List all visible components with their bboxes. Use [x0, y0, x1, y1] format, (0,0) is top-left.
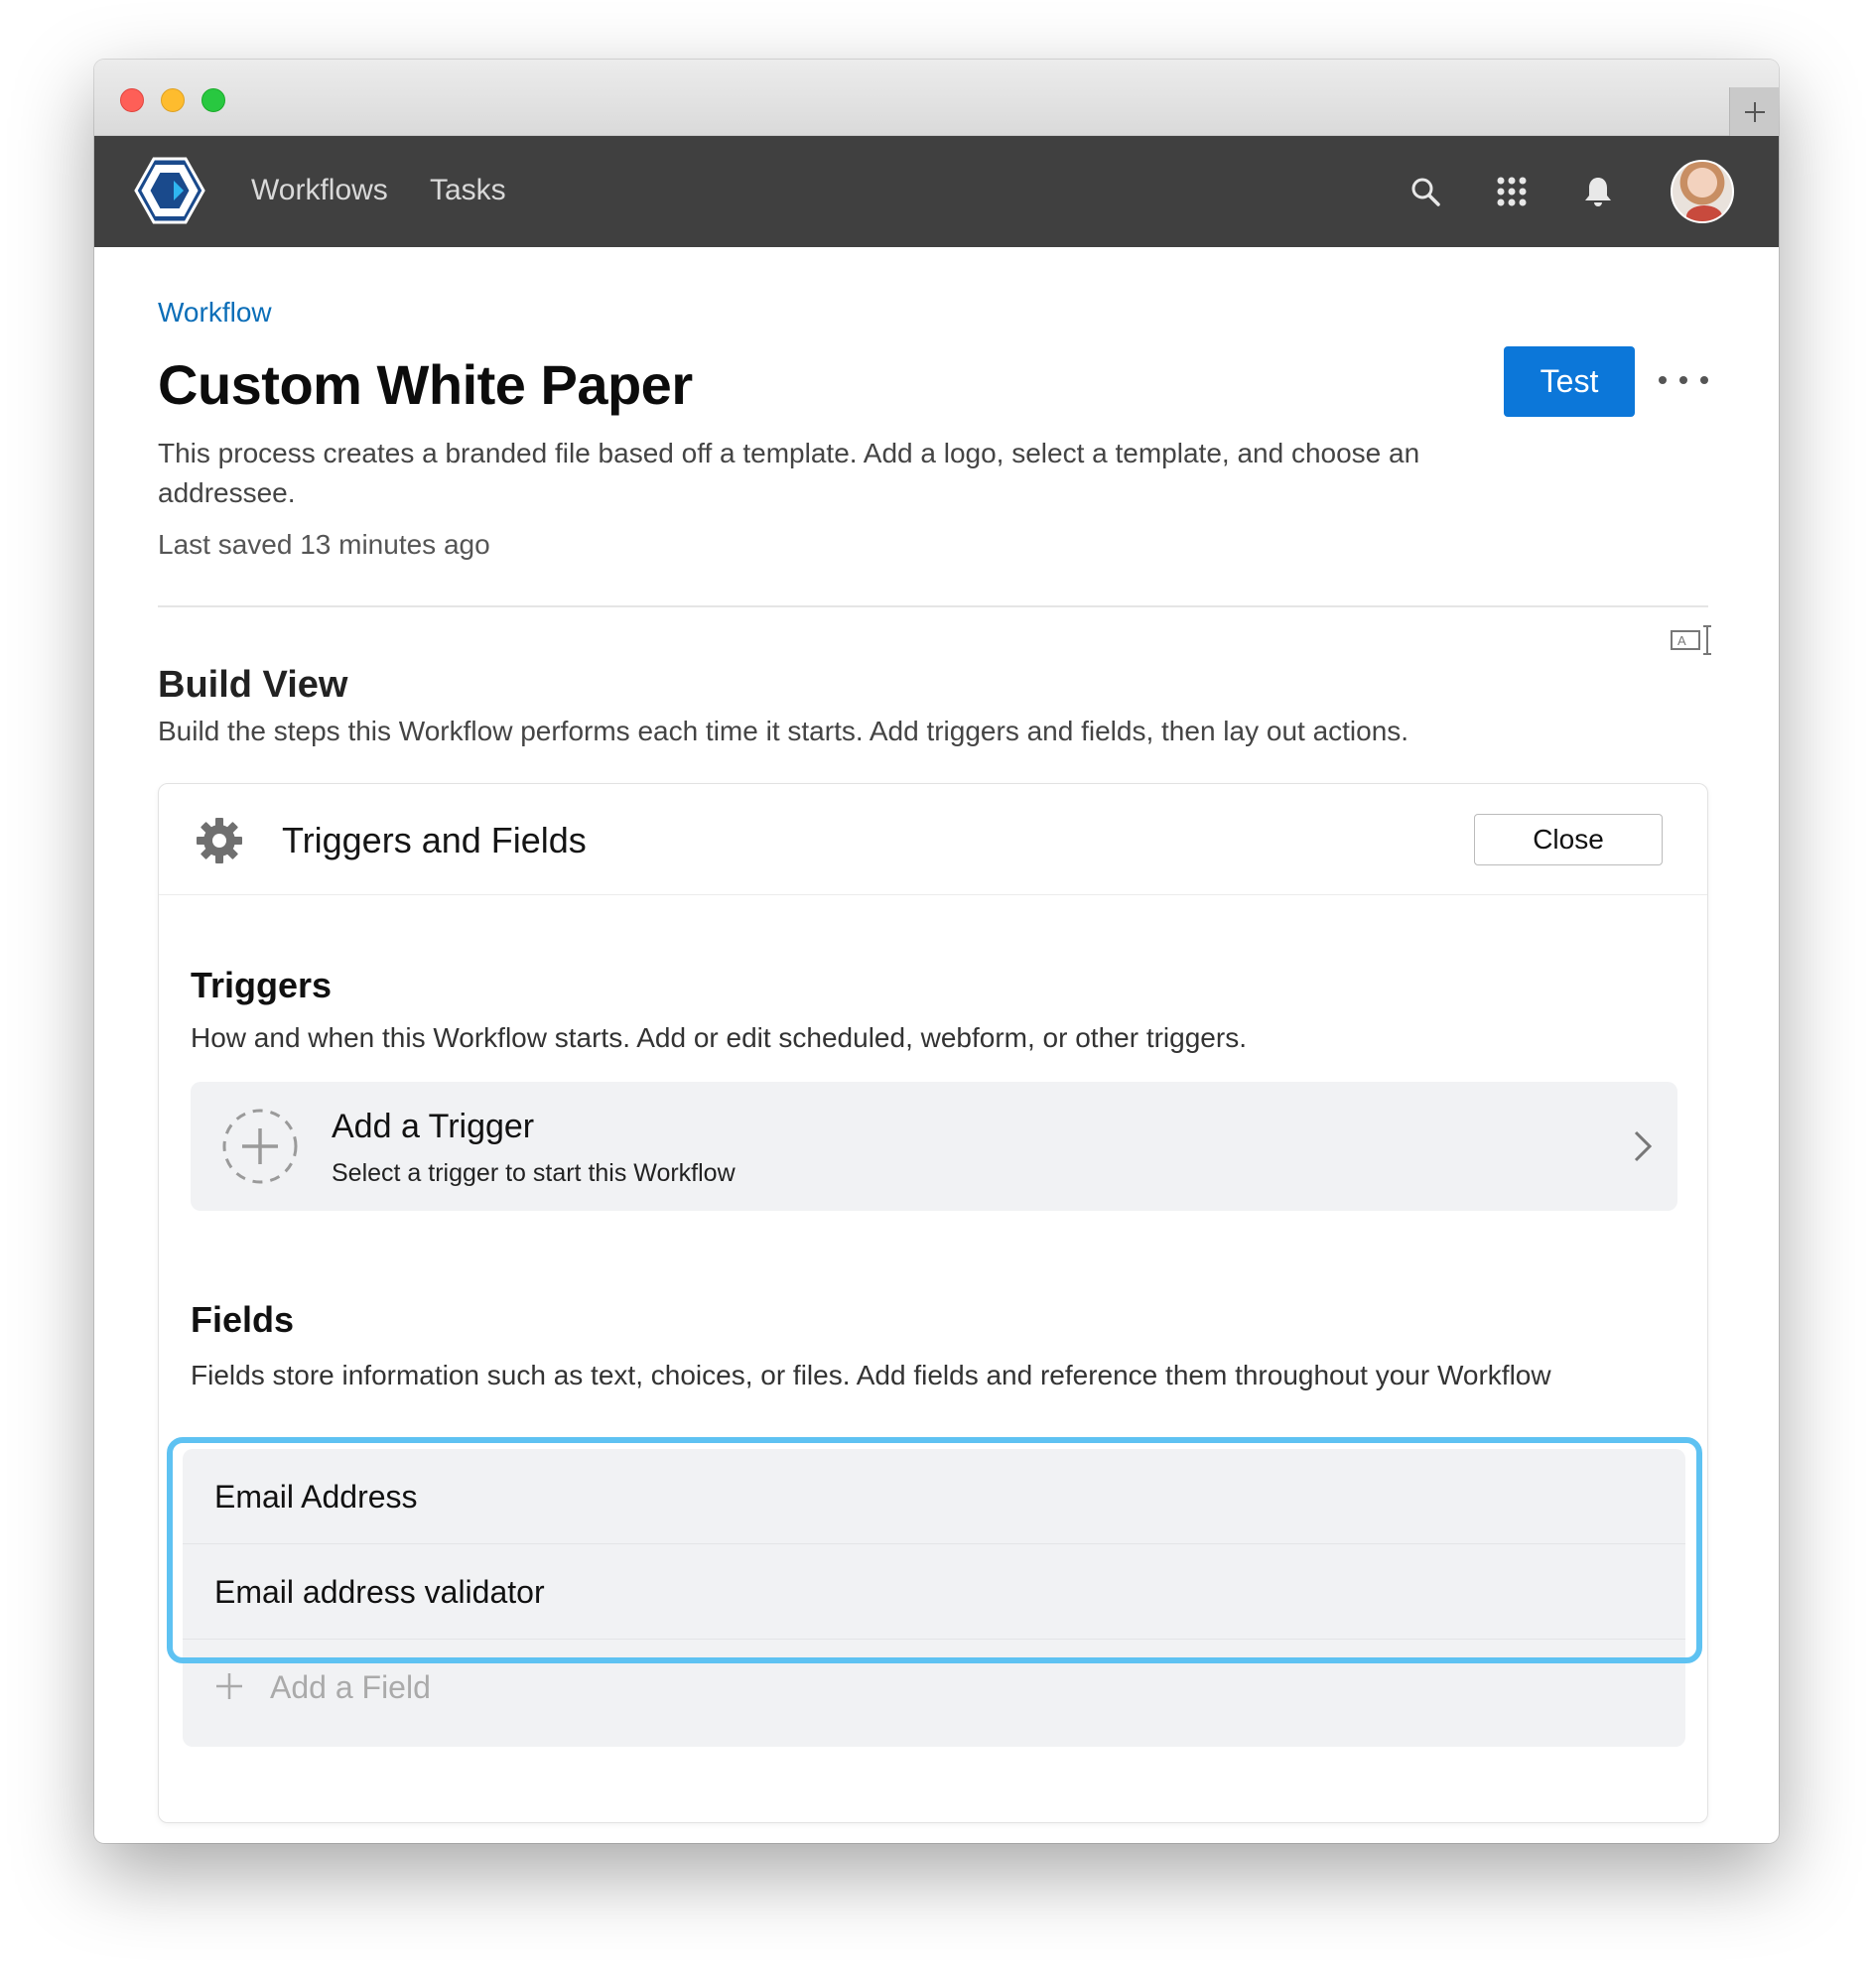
add-trigger-subtitle: Select a trigger to start this Workflow [332, 1159, 736, 1187]
bell-icon[interactable] [1578, 172, 1618, 211]
panel-header: Triggers and Fields Close [159, 784, 1707, 895]
triggers-heading: Triggers [191, 965, 333, 1005]
field-label: Email address validator [214, 1574, 545, 1610]
page-title: Custom White Paper [158, 353, 693, 416]
add-circle-dashed-icon [222, 1109, 298, 1184]
triggers-description: How and when this Workflow starts. Add o… [191, 1022, 1247, 1053]
gear-icon [197, 818, 242, 863]
user-avatar[interactable] [1671, 160, 1734, 223]
browser-window: Workflows Tasks Workflow Custom White Pa… [94, 60, 1779, 1843]
nav-workflows[interactable]: Workflows [251, 174, 388, 207]
last-saved-text: Last saved 13 minutes ago [158, 529, 490, 560]
breadcrumb[interactable]: Workflow [158, 297, 272, 329]
chevron-right-icon [1634, 1130, 1653, 1162]
triggers-fields-panel: Triggers and Fields Close Triggers How a… [158, 783, 1708, 1823]
plus-icon [1744, 101, 1765, 122]
workflow-description: This process creates a branded file base… [158, 438, 1420, 508]
top-navbar: Workflows Tasks [94, 136, 1779, 247]
nav-tasks[interactable]: Tasks [430, 174, 506, 207]
plus-icon [216, 1673, 242, 1699]
minimize-window-button[interactable] [161, 88, 185, 112]
field-item-email-address[interactable]: Email Address [183, 1449, 1685, 1544]
add-field-label: Add a Field [270, 1669, 431, 1705]
field-item-email-validator[interactable]: Email address validator [183, 1544, 1685, 1640]
search-icon[interactable] [1406, 172, 1445, 211]
add-trigger-title: Add a Trigger [332, 1108, 535, 1145]
zoom-window-button[interactable] [201, 88, 225, 112]
build-view-description: Build the steps this Workflow performs e… [158, 716, 1409, 746]
close-button[interactable]: Close [1474, 814, 1663, 865]
fields-description: Fields store information such as text, c… [191, 1360, 1551, 1390]
title-bar [94, 60, 1779, 136]
more-options-icon[interactable] [1659, 364, 1708, 396]
app-logo-icon[interactable] [134, 157, 205, 224]
add-field-button[interactable]: Add a Field [183, 1640, 1685, 1735]
panel-title: Triggers and Fields [282, 820, 587, 860]
divider [158, 605, 1708, 607]
close-window-button[interactable] [120, 88, 144, 112]
new-tab-button[interactable] [1729, 87, 1779, 136]
field-label: Email Address [214, 1479, 418, 1515]
build-view-title: Build View [158, 664, 348, 706]
svg-text:A: A [1677, 633, 1686, 648]
view-toggle-icon[interactable]: A [1670, 622, 1713, 658]
fields-list: Email Address Email address validator Ad… [183, 1449, 1685, 1747]
fields-heading: Fields [191, 1299, 295, 1340]
add-trigger-card[interactable]: Add a Trigger Select a trigger to start … [191, 1082, 1677, 1211]
apps-grid-icon[interactable] [1492, 172, 1532, 211]
test-button[interactable]: Test [1504, 346, 1635, 417]
